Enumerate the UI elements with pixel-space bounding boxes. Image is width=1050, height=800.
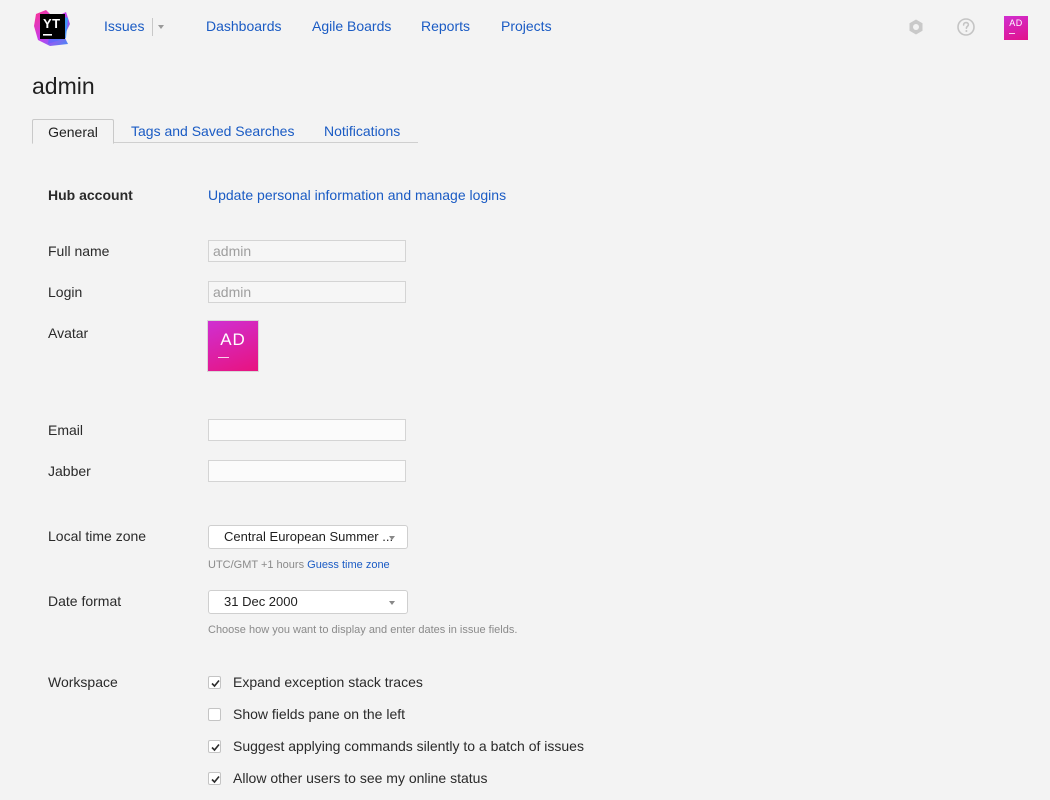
checkmark-icon — [211, 775, 220, 784]
tab-tags-and-saved-searches[interactable]: Tags and Saved Searches — [131, 119, 294, 143]
nav-dashboards[interactable]: Dashboards — [206, 18, 282, 35]
youtrack-logo[interactable]: YT — [32, 8, 72, 48]
full-name-label: Full name — [48, 243, 110, 259]
jabber-label: Jabber — [48, 463, 91, 479]
checkmark-icon — [211, 743, 220, 752]
checkbox-label: Suggest applying commands silently to a … — [233, 738, 584, 754]
chevron-down-icon[interactable] — [158, 25, 164, 29]
nav-issues[interactable]: Issues — [104, 18, 144, 35]
checkbox[interactable] — [208, 708, 221, 721]
email-input[interactable] — [209, 420, 405, 440]
avatar-label: Avatar — [48, 325, 89, 341]
nav-separator — [152, 18, 153, 36]
full-name-field[interactable] — [208, 240, 406, 262]
page-title: admin — [32, 73, 95, 99]
checkbox-label: Expand exception stack traces — [233, 674, 423, 690]
checkbox[interactable] — [208, 676, 221, 689]
nav-projects[interactable]: Projects — [501, 18, 552, 35]
date-format-label: Date format — [48, 593, 122, 609]
email-field[interactable] — [208, 419, 406, 441]
logo-text: YT — [43, 16, 61, 31]
gear-icon[interactable] — [906, 17, 926, 37]
checkmark-icon — [211, 679, 220, 688]
email-label: Email — [48, 422, 84, 438]
timezone-value: Central European Summer ... — [224, 529, 394, 544]
jabber-field[interactable] — [208, 460, 406, 482]
date-format-value: 31 Dec 2000 — [224, 594, 298, 609]
checkbox-label: Allow other users to see my online statu… — [233, 770, 488, 786]
chevron-down-icon — [389, 601, 395, 605]
checkbox[interactable] — [208, 740, 221, 753]
tab-general[interactable]: General — [32, 119, 114, 144]
timezone-select[interactable]: Central European Summer ... — [208, 525, 408, 549]
login-input[interactable] — [209, 282, 405, 302]
checkbox[interactable] — [208, 772, 221, 785]
timezone-label: Local time zone — [48, 528, 147, 544]
nav-agile-boards[interactable]: Agile Boards — [312, 18, 391, 35]
help-circle-icon[interactable] — [956, 17, 976, 37]
workspace-label: Workspace — [48, 674, 118, 690]
jabber-input[interactable] — [209, 461, 405, 481]
timezone-hint: UTC/GMT +1 hours Guess time zone — [208, 559, 390, 572]
hub-account-label: Hub account — [48, 187, 133, 203]
nav-reports[interactable]: Reports — [421, 18, 470, 35]
profile-avatar[interactable]: AD — [208, 321, 258, 371]
user-avatar[interactable]: AD — [1004, 16, 1028, 40]
login-field[interactable] — [208, 281, 406, 303]
date-format-hint: Choose how you want to display and enter… — [208, 624, 518, 636]
timezone-offset: UTC/GMT +1 hours — [208, 559, 305, 571]
date-format-select[interactable]: 31 Dec 2000 — [208, 590, 408, 614]
login-label: Login — [48, 284, 83, 300]
tab-notifications[interactable]: Notifications — [324, 119, 400, 143]
hub-account-link[interactable]: Update personal information and manage l… — [208, 187, 506, 204]
guess-time-zone-link[interactable]: Guess time zone — [307, 559, 390, 571]
user-initials: AD — [1009, 18, 1023, 28]
chevron-down-icon — [389, 536, 395, 540]
avatar-initials: AD — [220, 330, 246, 349]
full-name-input[interactable] — [209, 241, 405, 261]
checkbox-label: Show fields pane on the left — [233, 706, 406, 722]
